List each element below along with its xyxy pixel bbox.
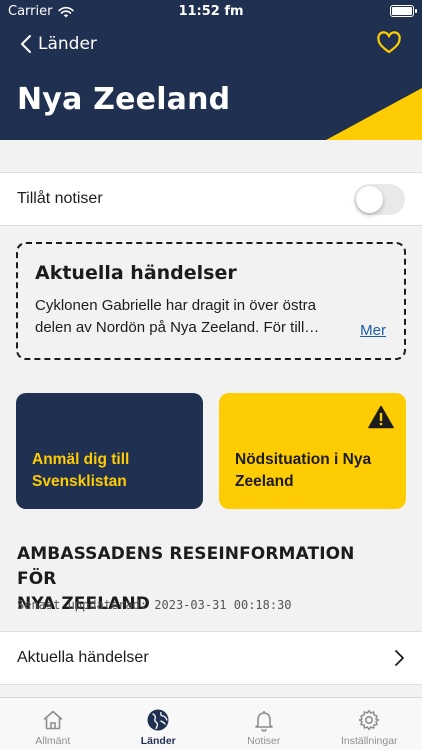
status-bar: Carrier 11:52 fm — [0, 0, 422, 24]
warning-icon — [368, 405, 394, 429]
tab-notifications-label: Notiser — [247, 735, 281, 747]
tab-notifications[interactable]: Notiser — [211, 698, 317, 750]
tab-general[interactable]: Allmänt — [0, 698, 106, 750]
tab-countries-label: Länder — [140, 735, 176, 747]
register-tile-line2: Svensklistan — [32, 473, 127, 490]
gear-icon — [359, 709, 380, 731]
tab-bar: Allmänt Länder Notiser Inställningar — [0, 697, 422, 750]
events-text-line2: delen av Nordön på Nya Zeeland. För till… — [35, 319, 320, 336]
header: Carrier 11:52 fm Länder Nya Zeeland — [0, 0, 422, 140]
current-events-row-label: Aktuella händelser — [17, 649, 149, 666]
tab-countries[interactable]: Länder — [106, 698, 212, 750]
header-yellow-stripe — [326, 88, 422, 140]
back-label: Länder — [38, 34, 97, 54]
chevron-left-icon — [21, 35, 31, 53]
notifications-row: Tillåt notiser — [0, 172, 422, 226]
bell-icon — [254, 711, 273, 732]
register-tile-line1: Anmäl dig till — [32, 451, 130, 468]
chevron-right-icon — [395, 650, 404, 666]
house-icon — [43, 710, 63, 730]
last-updated-text: Senast uppdaterad: 2023-03-31 00:18:30 — [17, 598, 292, 612]
page-title: Nya Zeeland — [17, 82, 231, 117]
tab-settings[interactable]: Inställningar — [317, 698, 422, 750]
emergency-tile[interactable]: Nödsituation i Nya Zeeland — [219, 393, 406, 509]
tab-general-label: Allmänt — [35, 735, 71, 747]
back-button[interactable]: Länder — [20, 30, 97, 58]
events-text-line1: Cyklonen Gabrielle har dragit in över ös… — [35, 297, 316, 314]
globe-icon — [147, 709, 169, 731]
events-card-text: Cyklonen Gabrielle har dragit in över ös… — [35, 295, 345, 339]
tab-settings-label: Inställningar — [340, 735, 398, 747]
notifications-label: Tillåt notiser — [17, 190, 103, 207]
emergency-tile-line1: Nödsituation i Nya — [235, 451, 372, 468]
embassy-heading-line1: AMBASSADENS RESEINFORMATION FÖR — [17, 544, 355, 589]
status-time: 11:52 fm — [178, 4, 244, 19]
current-events-card[interactable]: Aktuella händelser Cyklonen Gabrielle ha… — [16, 242, 406, 360]
battery-icon — [390, 5, 417, 17]
more-link[interactable]: Mer — [360, 322, 386, 339]
notifications-toggle[interactable] — [354, 183, 405, 215]
favorite-heart-icon[interactable] — [376, 31, 402, 55]
emergency-tile-line2: Zeeland — [235, 473, 294, 490]
register-svensklistan-tile[interactable]: Anmäl dig till Svensklistan — [16, 393, 203, 509]
events-card-title: Aktuella händelser — [35, 262, 237, 284]
current-events-row[interactable]: Aktuella händelser — [0, 631, 422, 685]
